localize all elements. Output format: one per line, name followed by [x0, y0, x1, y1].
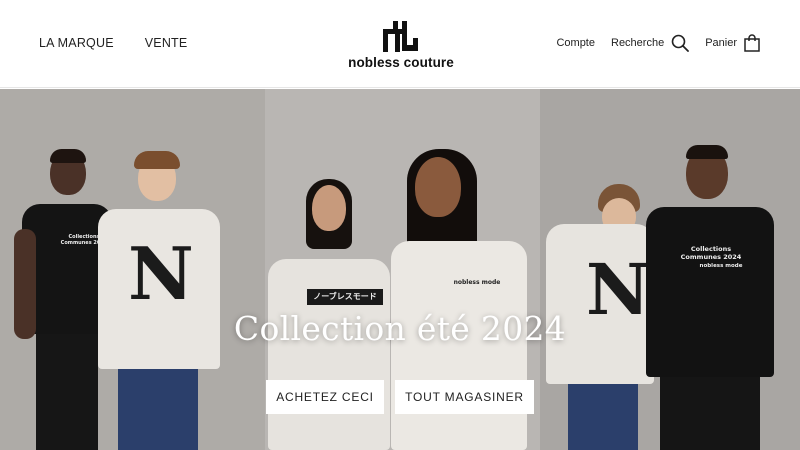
shirt-print-brand: nobless mode: [699, 263, 743, 269]
model-figure: N: [90, 151, 225, 450]
model-figure: Collections Communes 2024 nobless mode: [640, 145, 780, 450]
utility-nav: Compte Recherche Panier: [556, 34, 760, 52]
shirt-print-katakana: ノーブレスモード: [307, 289, 383, 305]
nav-link-la-marque[interactable]: LA MARQUE: [39, 36, 114, 50]
cart-link[interactable]: Panier: [705, 37, 737, 49]
shopping-bag-icon[interactable]: [744, 34, 760, 52]
nav-link-vente[interactable]: VENTE: [145, 36, 188, 50]
account-link[interactable]: Compte: [556, 37, 595, 49]
brand-logo[interactable]: nobless couture: [345, 20, 457, 72]
shirt-print-letter: N: [128, 231, 194, 316]
shirt-print-text: Collections Communes 2024: [680, 245, 742, 261]
shop-all-button[interactable]: TOUT MAGASINER: [395, 380, 534, 414]
hero-title: Collection été 2024: [233, 309, 567, 348]
brand-name: nobless couture: [348, 55, 454, 70]
shop-this-button[interactable]: ACHETEZ CECI: [266, 380, 384, 414]
search-link[interactable]: Recherche: [611, 37, 664, 49]
logo-mark-icon: [383, 21, 418, 52]
site-header: LA MARQUE VENTE nobless couture Compte R…: [0, 0, 800, 88]
primary-nav: LA MARQUE VENTE: [39, 36, 187, 50]
search-icon[interactable]: [671, 34, 690, 52]
hero-banner: Collections Communes 2024 N ノーブレスモード nob…: [0, 89, 800, 450]
shirt-print-brand: nobless mode: [453, 279, 501, 286]
